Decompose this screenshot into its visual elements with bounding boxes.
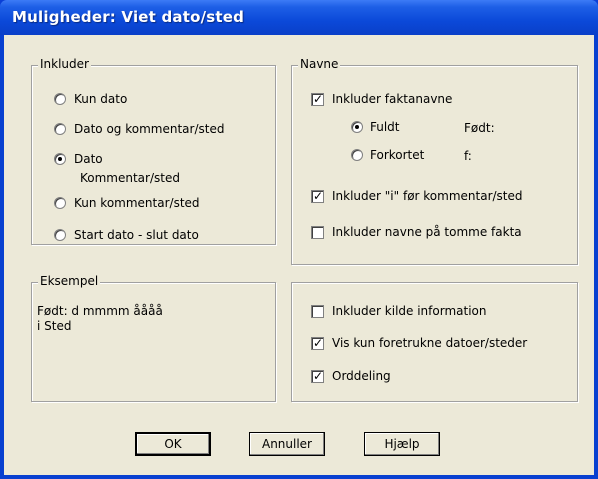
check-mark-icon: ✓ (313, 369, 324, 383)
radio-full-label[interactable]: Fuldt (370, 120, 400, 134)
dialog-window: Muligheder: Viet dato/sted Inkluder Kun … (0, 0, 598, 479)
ok-button[interactable]: OK (135, 432, 211, 456)
short-example-text: f: (464, 149, 472, 163)
checkbox-include-i[interactable]: ✓ (311, 189, 324, 203)
checkbox-preferred-only[interactable]: ✓ (311, 336, 324, 350)
check-mark-icon: ✓ (313, 189, 324, 203)
radio-short-label[interactable]: Forkortet (370, 148, 424, 162)
checkbox-include-i-label[interactable]: Inkluder "i" før kommentar/sted (332, 189, 523, 203)
checkbox-include-empty-names[interactable] (311, 226, 324, 239)
radio-dato-og-kommentar-label[interactable]: Dato og kommentar/sted (74, 122, 224, 136)
include-group-legend: Inkluder (38, 57, 91, 71)
radio-dato-kommentar-label[interactable]: Dato (74, 152, 103, 166)
radio-kun-dato[interactable] (54, 93, 66, 105)
checkbox-preferred-only-label[interactable]: Vis kun foretrukne datoer/steder (332, 336, 527, 350)
window-border-right (594, 35, 598, 479)
checkbox-hyphenation[interactable]: ✓ (311, 369, 324, 383)
example-line-2: i Sted (37, 319, 72, 333)
names-group-legend: Navne (298, 57, 341, 71)
radio-short[interactable] (351, 149, 363, 161)
cancel-button[interactable]: Annuller (249, 432, 325, 456)
check-mark-icon: ✓ (313, 92, 324, 106)
radio-full[interactable] (351, 121, 363, 133)
window-border-bottom (0, 475, 598, 479)
radio-kun-kommentar[interactable] (54, 197, 66, 209)
help-button[interactable]: Hjælp (364, 432, 440, 456)
radio-kun-dato-label[interactable]: Kun dato (74, 92, 127, 106)
radio-start-slut-dato-label[interactable]: Start dato - slut dato (74, 228, 199, 242)
radio-dato-kommentar-label-line2[interactable]: Kommentar/sted (80, 171, 180, 185)
radio-kun-kommentar-label[interactable]: Kun kommentar/sted (74, 196, 200, 210)
check-mark-icon: ✓ (313, 336, 324, 350)
radio-dato-og-kommentar[interactable] (54, 123, 66, 135)
checkbox-include-fact-names[interactable]: ✓ (311, 92, 324, 106)
checkbox-include-source-label[interactable]: Inkluder kilde information (332, 304, 486, 318)
full-example-text: Født: (464, 121, 495, 135)
example-group-legend: Eksempel (38, 274, 101, 288)
radio-dato-kommentar[interactable] (54, 153, 66, 165)
title-bar[interactable]: Muligheder: Viet dato/sted (0, 0, 598, 35)
example-line-1: Født: d mmmm åååå (37, 304, 163, 318)
checkbox-include-fact-names-label[interactable]: Inkluder faktanavne (332, 92, 452, 106)
checkbox-include-empty-names-label[interactable]: Inkluder navne på tomme fakta (332, 225, 522, 239)
checkbox-hyphenation-label[interactable]: Orddeling (332, 369, 391, 383)
window-title: Muligheder: Viet dato/sted (12, 8, 245, 26)
dialog-body: Inkluder Kun dato Dato og kommentar/sted… (4, 35, 594, 475)
include-group: Inkluder (31, 57, 276, 245)
checkbox-include-source[interactable] (311, 305, 324, 318)
radio-start-slut-dato[interactable] (54, 229, 66, 241)
example-group: Eksempel (31, 274, 276, 402)
